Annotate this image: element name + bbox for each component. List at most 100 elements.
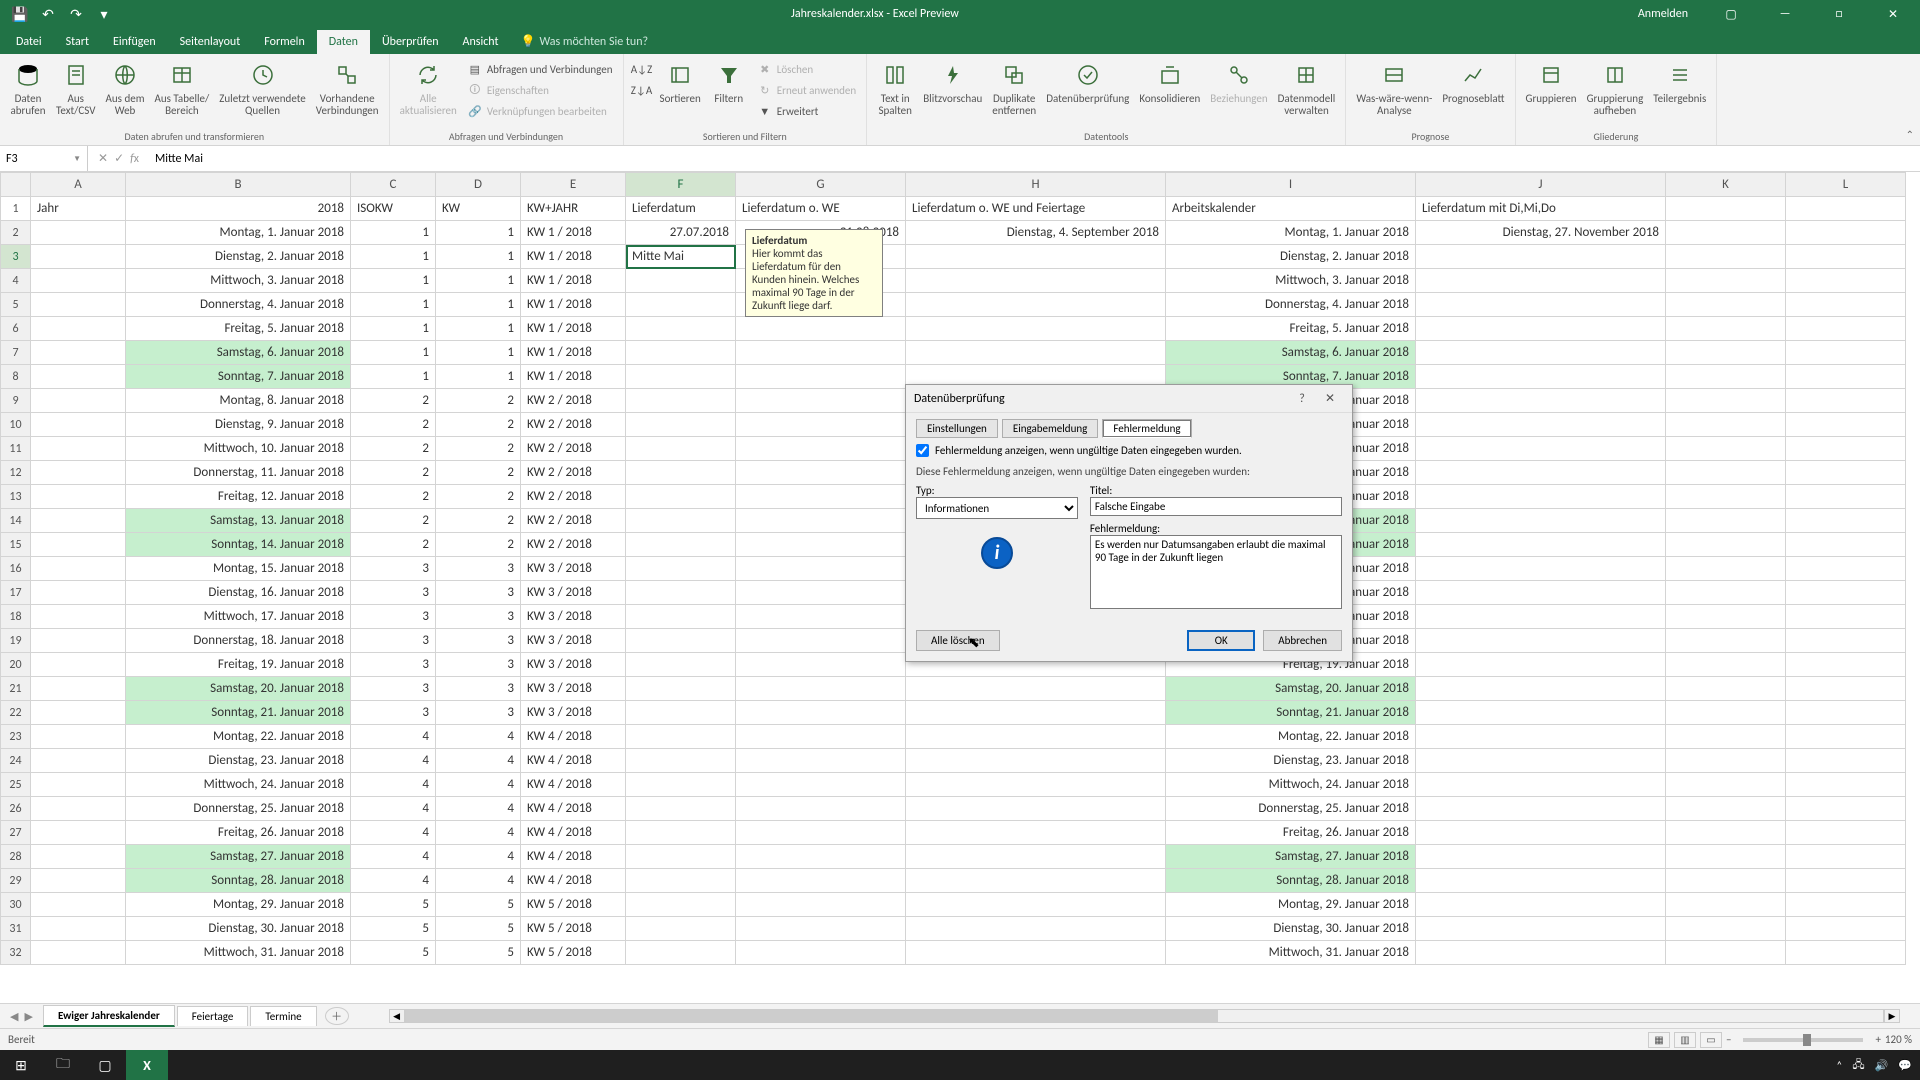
cell-A2[interactable] — [31, 221, 126, 245]
cell-L11[interactable] — [1786, 437, 1906, 461]
cell-D8[interactable]: 1 — [436, 365, 521, 389]
cell-L31[interactable] — [1786, 917, 1906, 941]
column-header-D[interactable]: D — [436, 173, 521, 197]
cell-G17[interactable] — [736, 581, 906, 605]
data-validation-button[interactable]: Datenüberprüfung — [1042, 57, 1133, 123]
type-select[interactable]: Informationen — [916, 497, 1078, 519]
cell-J12[interactable] — [1416, 461, 1666, 485]
row-header-15[interactable]: 15 — [1, 533, 31, 557]
sheet-tab-termine[interactable]: Termine — [250, 1006, 316, 1026]
cell-L9[interactable] — [1786, 389, 1906, 413]
cell-D11[interactable]: 2 — [436, 437, 521, 461]
cell-F7[interactable] — [626, 341, 736, 365]
cell-I5[interactable]: Donnerstag, 4. Januar 2018 — [1166, 293, 1416, 317]
cell-I31[interactable]: Dienstag, 30. Januar 2018 — [1166, 917, 1416, 941]
cell-E26[interactable]: KW 4 / 2018 — [521, 797, 626, 821]
cell-A13[interactable] — [31, 485, 126, 509]
task-app-icon[interactable]: ▢ — [84, 1050, 126, 1080]
cell-D24[interactable]: 4 — [436, 749, 521, 773]
cell-F13[interactable] — [626, 485, 736, 509]
cell-D29[interactable]: 4 — [436, 869, 521, 893]
consolidate-button[interactable]: Konsolidieren — [1135, 57, 1204, 123]
cell-K2[interactable] — [1666, 221, 1786, 245]
cell-J8[interactable] — [1416, 365, 1666, 389]
cell-L8[interactable] — [1786, 365, 1906, 389]
cell-E23[interactable]: KW 4 / 2018 — [521, 725, 626, 749]
cell-D12[interactable]: 2 — [436, 461, 521, 485]
cell-I3[interactable]: Dienstag, 2. Januar 2018 — [1166, 245, 1416, 269]
column-header-J[interactable]: J — [1416, 173, 1666, 197]
cell-J22[interactable] — [1416, 701, 1666, 725]
row-header-17[interactable]: 17 — [1, 581, 31, 605]
cell-D22[interactable]: 3 — [436, 701, 521, 725]
row-header-30[interactable]: 30 — [1, 893, 31, 917]
cell-F22[interactable] — [626, 701, 736, 725]
cell-E4[interactable]: KW 1 / 2018 — [521, 269, 626, 293]
cell-K18[interactable] — [1666, 605, 1786, 629]
cell-C11[interactable]: 2 — [351, 437, 436, 461]
cell-J32[interactable] — [1416, 941, 1666, 965]
select-all-button[interactable] — [1, 173, 31, 197]
cell-J23[interactable] — [1416, 725, 1666, 749]
name-box[interactable]: F3 ▼ — [0, 146, 88, 171]
cell-K26[interactable] — [1666, 797, 1786, 821]
cell-A19[interactable] — [31, 629, 126, 653]
cell-A17[interactable] — [31, 581, 126, 605]
cell-J10[interactable] — [1416, 413, 1666, 437]
signin-button[interactable]: Anmelden — [1626, 7, 1700, 21]
zoom-in-button[interactable]: + — [1875, 1033, 1880, 1046]
cell-E27[interactable]: KW 4 / 2018 — [521, 821, 626, 845]
cell-A4[interactable] — [31, 269, 126, 293]
cell-H21[interactable] — [906, 677, 1166, 701]
cell-F9[interactable] — [626, 389, 736, 413]
cell-J19[interactable] — [1416, 629, 1666, 653]
cell-L5[interactable] — [1786, 293, 1906, 317]
cell-H27[interactable] — [906, 821, 1166, 845]
manage-data-model-button[interactable]: Datenmodellverwalten — [1274, 57, 1340, 123]
cell-B29[interactable]: Sonntag, 28. Januar 2018 — [126, 869, 351, 893]
cell-D31[interactable]: 5 — [436, 917, 521, 941]
cell-I26[interactable]: Donnerstag, 25. Januar 2018 — [1166, 797, 1416, 821]
column-header-A[interactable]: A — [31, 173, 126, 197]
cell-B30[interactable]: Montag, 29. Januar 2018 — [126, 893, 351, 917]
cell-D2[interactable]: 1 — [436, 221, 521, 245]
cell-J17[interactable] — [1416, 581, 1666, 605]
cell-L22[interactable] — [1786, 701, 1906, 725]
cell-B21[interactable]: Samstag, 20. Januar 2018 — [126, 677, 351, 701]
cell-A11[interactable] — [31, 437, 126, 461]
cell-K21[interactable] — [1666, 677, 1786, 701]
column-header-I[interactable]: I — [1166, 173, 1416, 197]
cell-E2[interactable]: KW 1 / 2018 — [521, 221, 626, 245]
cell-L26[interactable] — [1786, 797, 1906, 821]
ok-button[interactable]: OK — [1187, 630, 1255, 651]
column-header-G[interactable]: G — [736, 173, 906, 197]
cell-A14[interactable] — [31, 509, 126, 533]
cell-E21[interactable]: KW 3 / 2018 — [521, 677, 626, 701]
cell-H7[interactable] — [906, 341, 1166, 365]
cell-E12[interactable]: KW 2 / 2018 — [521, 461, 626, 485]
cell-J16[interactable] — [1416, 557, 1666, 581]
cell-E24[interactable]: KW 4 / 2018 — [521, 749, 626, 773]
cell-K16[interactable] — [1666, 557, 1786, 581]
cell-I32[interactable]: Mittwoch, 31. Januar 2018 — [1166, 941, 1416, 965]
flash-fill-button[interactable]: Blitzvorschau — [919, 57, 986, 123]
column-header-C[interactable]: C — [351, 173, 436, 197]
cancel-formula-icon[interactable]: ✕ — [98, 151, 108, 166]
cell-F10[interactable] — [626, 413, 736, 437]
cell-B12[interactable]: Donnerstag, 11. Januar 2018 — [126, 461, 351, 485]
cell-L30[interactable] — [1786, 893, 1906, 917]
cell-J18[interactable] — [1416, 605, 1666, 629]
cell-B16[interactable]: Montag, 15. Januar 2018 — [126, 557, 351, 581]
cell-F28[interactable] — [626, 845, 736, 869]
cell-B20[interactable]: Freitag, 19. Januar 2018 — [126, 653, 351, 677]
cell-G7[interactable] — [736, 341, 906, 365]
cell-J24[interactable] — [1416, 749, 1666, 773]
tab-einfuegen[interactable]: Einfügen — [101, 30, 168, 54]
cell-J14[interactable] — [1416, 509, 1666, 533]
cell-J4[interactable] — [1416, 269, 1666, 293]
cell-K8[interactable] — [1666, 365, 1786, 389]
cell-B31[interactable]: Dienstag, 30. Januar 2018 — [126, 917, 351, 941]
cell-C25[interactable]: 4 — [351, 773, 436, 797]
cell-G26[interactable] — [736, 797, 906, 821]
cell-C3[interactable]: 1 — [351, 245, 436, 269]
